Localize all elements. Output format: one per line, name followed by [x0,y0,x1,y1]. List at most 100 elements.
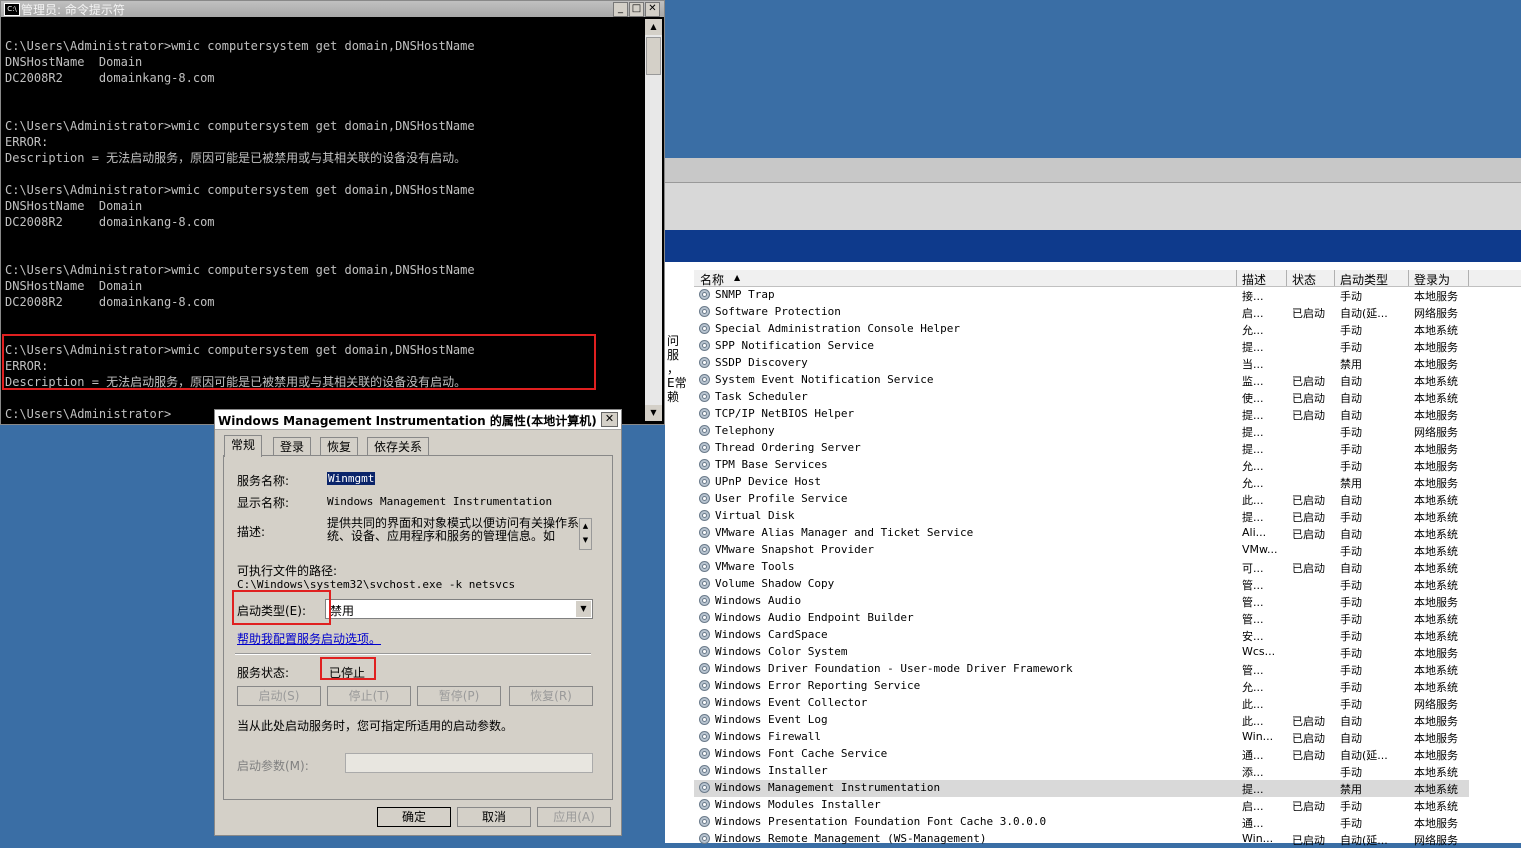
close-icon[interactable]: ✕ [645,2,660,17]
table-row[interactable]: Virtual Disk 提... 已启动 手动 本地系统 [694,508,1469,525]
service-startup-cell: 手动 [1340,681,1362,694]
table-row[interactable]: Windows Event Log 此... 已启动 自动 本地服务 [694,712,1469,729]
service-startup-cell: 禁用 [1340,477,1362,490]
column-divider[interactable] [1236,270,1237,286]
table-row[interactable]: Windows Event Collector 此... 手动 网络服务 [694,695,1469,712]
service-name-cell: VMware Tools [715,560,795,573]
column-header-status[interactable]: 状态 [1292,271,1316,288]
column-header-name[interactable]: 名称 [700,271,724,288]
table-row[interactable]: SPP Notification Service 提... 手动 本地服务 [694,338,1469,355]
cancel-button[interactable]: 取消 [457,807,531,827]
column-divider[interactable] [1334,270,1335,286]
column-divider[interactable] [1286,270,1287,286]
scroll-up-icon[interactable]: ▲ [580,519,591,533]
table-row[interactable]: VMware Snapshot Provider VMw... 手动 本地系统 [694,542,1469,559]
table-row[interactable]: Windows Remote Management (WS-Management… [694,831,1469,848]
table-row[interactable]: Windows Firewall Win... 已启动 自动 本地服务 [694,729,1469,746]
tab-logon[interactable]: 登录 [273,437,312,456]
table-row[interactable]: Windows CardSpace 安... 手动 本地系统 [694,627,1469,644]
console-line: DNSHostName Domain [5,55,143,69]
table-row[interactable]: System Event Notification Service 监... 已启动… [694,372,1469,389]
ok-button[interactable]: 确定 [377,807,451,827]
console-title-bar[interactable]: C:\ 管理员: 命令提示符 _ □ ✕ [1,1,664,17]
table-row[interactable]: UPnP Device Host 允... 禁用 本地服务 [694,474,1469,491]
service-logon-cell: 本地服务 [1414,358,1458,371]
table-row[interactable]: Windows Error Reporting Service 允... 手动 本地系… [694,678,1469,695]
description-text[interactable]: 提供共同的界面和对象模式以便访问有关操作系统、设备、应用程序和服务的管理信息。如 [327,517,593,551]
service-logon-cell: 本地服务 [1414,460,1458,473]
start-button[interactable]: 启动(S) [237,686,321,706]
table-row[interactable]: Special Administration Console Helper 允..… [694,321,1469,338]
table-row[interactable]: Windows Installer 添... 手动 本地系统 [694,763,1469,780]
apply-button[interactable]: 应用(A) [537,807,611,827]
gear-icon [698,764,711,777]
dialog-title-bar[interactable]: Windows Management Instrumentation 的属性(本… [215,410,621,430]
table-row[interactable]: TPM Base Services 允... 手动 本地服务 [694,457,1469,474]
console-scrollbar[interactable]: ▲ ▼ [645,19,662,421]
console-line: C:\Users\Administrator>wmic computersyst… [5,263,475,277]
scroll-up-icon[interactable]: ▲ [645,19,662,35]
table-row[interactable]: Telephony 提... 手动 网络服务 [694,423,1469,440]
service-description-cell: 此... [1242,715,1264,728]
table-row[interactable]: Windows Management Instrumentation 提... 禁用… [694,780,1469,797]
maximize-icon[interactable]: □ [629,2,644,17]
table-row[interactable]: Task Scheduler 使... 已启动 自动 本地系统 [694,389,1469,406]
service-description-cell: 提... [1242,443,1264,456]
table-row[interactable]: Windows Color System Wcs... 手动 本地服务 [694,644,1469,661]
service-properties-dialog[interactable]: Windows Management Instrumentation 的属性(本… [214,409,622,836]
scroll-thumb[interactable] [646,37,661,75]
scroll-down-icon[interactable]: ▼ [580,533,591,547]
table-row[interactable]: TCP/IP NetBIOS Helper 提... 已启动 自动 本地服务 [694,406,1469,423]
stop-button[interactable]: 停止(T) [327,686,411,706]
service-name-value[interactable]: Winmgmt [327,472,376,485]
table-row[interactable]: VMware Alias Manager and Ticket Service A… [694,525,1469,542]
start-params-input[interactable] [345,753,593,773]
command-prompt-window[interactable]: C:\ 管理员: 命令提示符 _ □ ✕ C:\Users\Administra… [0,0,665,425]
service-logon-cell: 本地系统 [1414,562,1458,575]
table-row[interactable]: SSDP Discovery 当... 禁用 本地服务 [694,355,1469,372]
resume-button[interactable]: 恢复(R) [509,686,593,706]
table-row[interactable]: Windows Audio Endpoint Builder 管... 手动 本地系统 [694,610,1469,627]
tab-recovery[interactable]: 恢复 [320,437,359,456]
column-divider[interactable] [1408,270,1409,286]
table-row[interactable]: Software Protection 启... 已启动 自动(延... 网络服务 [694,304,1469,321]
service-startup-cell: 禁用 [1340,783,1362,796]
table-row[interactable]: Volume Shadow Copy 管... 手动 本地系统 [694,576,1469,593]
close-icon[interactable]: ✕ [601,412,618,427]
service-startup-cell: 自动(延... [1340,834,1388,847]
table-row[interactable]: Windows Driver Foundation - User-mode Dr… [694,661,1469,678]
column-header-startup-type[interactable]: 启动类型 [1340,271,1388,288]
table-row[interactable]: Windows Audio 管... 手动 本地服务 [694,593,1469,610]
display-name-value[interactable]: Windows Management Instrumentation [327,495,552,508]
table-row[interactable]: VMware Tools 可... 已启动 自动 本地系统 [694,559,1469,576]
pause-button[interactable]: 暂停(P) [417,686,501,706]
service-startup-cell: 手动 [1340,579,1362,592]
help-configure-link[interactable]: 帮助我配置服务启动选项。 [237,630,381,647]
gear-icon [698,594,711,607]
table-row[interactable]: Windows Font Cache Service 通... 已启动 自动(延...… [694,746,1469,763]
table-row[interactable]: Windows Presentation Foundation Font Cac… [694,814,1469,831]
tab-general[interactable]: 常规 [224,435,263,457]
services-list[interactable]: 名称 ▲ 描述 状态 启动类型 登录为 SNMP Trap 接... 手动 本地服务 S… [694,262,1521,847]
table-row[interactable]: User Profile Service 此... 已启动 自动 本地系统 [694,491,1469,508]
table-row[interactable]: Windows Modules Installer 启... 已启动 手动 本地系统 [694,797,1469,814]
table-row[interactable]: Thread Ordering Server 提... 手动 本地服务 [694,440,1469,457]
service-logon-cell: 本地服务 [1414,341,1458,354]
service-description-cell: 允... [1242,477,1264,490]
minimize-icon[interactable]: _ [613,2,628,17]
chevron-down-icon[interactable]: ▼ [576,601,591,617]
scroll-down-icon[interactable]: ▼ [645,405,662,421]
column-divider[interactable] [1468,270,1469,286]
console-line: Description = 无法启动服务，原因可能是已被禁用或与其相关联的设备没… [5,151,467,165]
description-scrollbar[interactable]: ▲ ▼ [579,518,592,550]
startup-type-select[interactable]: 禁用 ▼ [325,599,593,619]
console-line: ERROR: [5,135,49,149]
tab-dependencies[interactable]: 依存关系 [367,437,430,456]
column-header-description[interactable]: 描述 [1242,271,1266,288]
startup-type-value: 禁用 [330,604,355,618]
service-name-cell: SPP Notification Service [715,339,874,352]
column-header-logon-as[interactable]: 登录为 [1414,271,1450,288]
service-logon-cell: 本地服务 [1414,749,1458,762]
table-row[interactable]: SNMP Trap 接... 手动 本地服务 [694,287,1469,304]
